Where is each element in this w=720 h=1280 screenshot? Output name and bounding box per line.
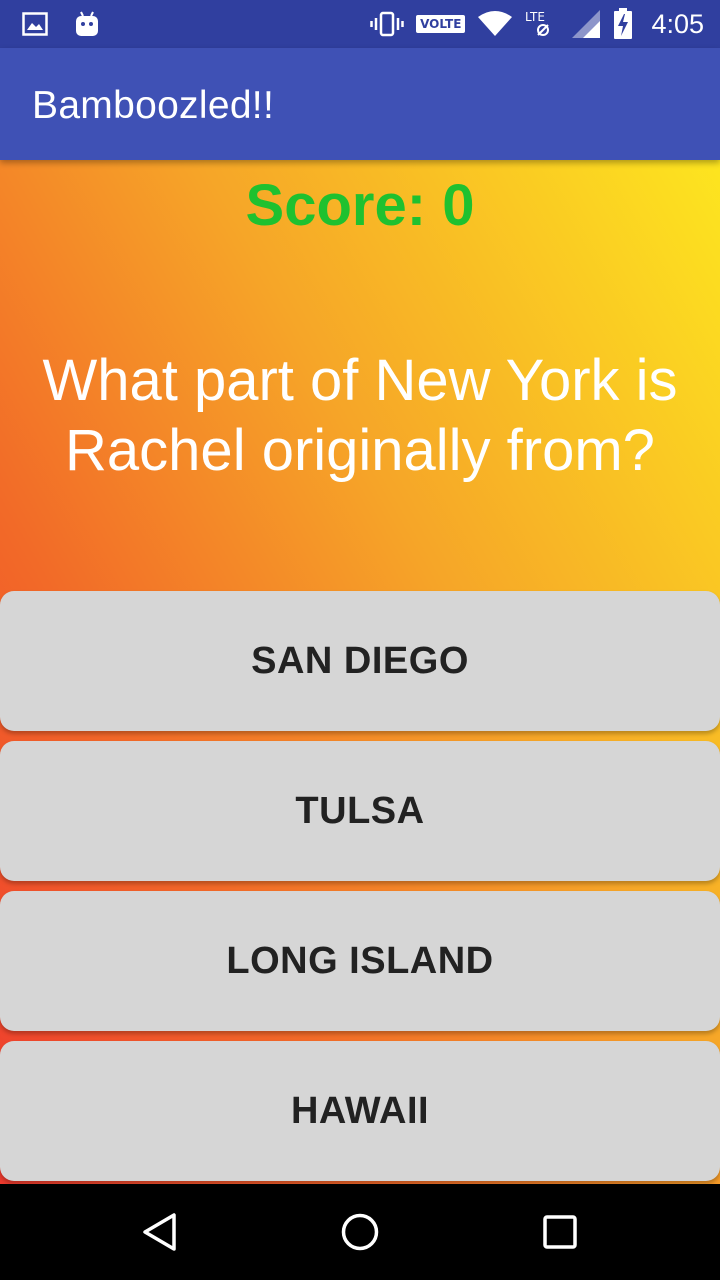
signal-icon: [571, 9, 601, 39]
recents-icon[interactable]: [536, 1208, 584, 1256]
app-title: Bamboozled!!: [32, 84, 275, 127]
question-text: What part of New York is Rachel original…: [42, 348, 678, 483]
answer-button-2[interactable]: TULSA: [0, 741, 720, 881]
vibrate-icon: [370, 11, 404, 37]
score-label: Score:: [245, 173, 443, 238]
answer-list: SAN DIEGO TULSA LONG ISLAND HAWAII: [0, 591, 720, 1184]
score-value: 0: [442, 173, 475, 238]
home-icon[interactable]: [336, 1208, 384, 1256]
answer-button-3[interactable]: LONG ISLAND: [0, 891, 720, 1031]
battery-charging-icon: [613, 8, 633, 40]
answer-button-1[interactable]: SAN DIEGO: [0, 591, 720, 731]
answer-button-4[interactable]: HAWAII: [0, 1041, 720, 1181]
android-icon: [74, 10, 100, 38]
back-icon[interactable]: [136, 1208, 184, 1256]
clock-time: 4:05: [651, 8, 704, 39]
svg-text:LTE: LTE: [525, 10, 545, 24]
volte-badge: VOLTE: [416, 15, 466, 33]
quiz-content: Score: 0 What part of New York is Rachel…: [0, 160, 720, 1184]
navigation-bar: [0, 1184, 720, 1280]
wifi-icon: [477, 11, 513, 37]
app-bar: Bamboozled!!: [0, 48, 720, 160]
screen: VOLTE LTE 4:05 Bamboozled!! Score: 0 Wha…: [0, 0, 720, 1280]
status-bar: VOLTE LTE 4:05: [0, 0, 720, 48]
score-display: Score: 0: [0, 172, 720, 239]
image-icon: [22, 12, 48, 36]
lte-icon: LTE: [525, 9, 559, 39]
